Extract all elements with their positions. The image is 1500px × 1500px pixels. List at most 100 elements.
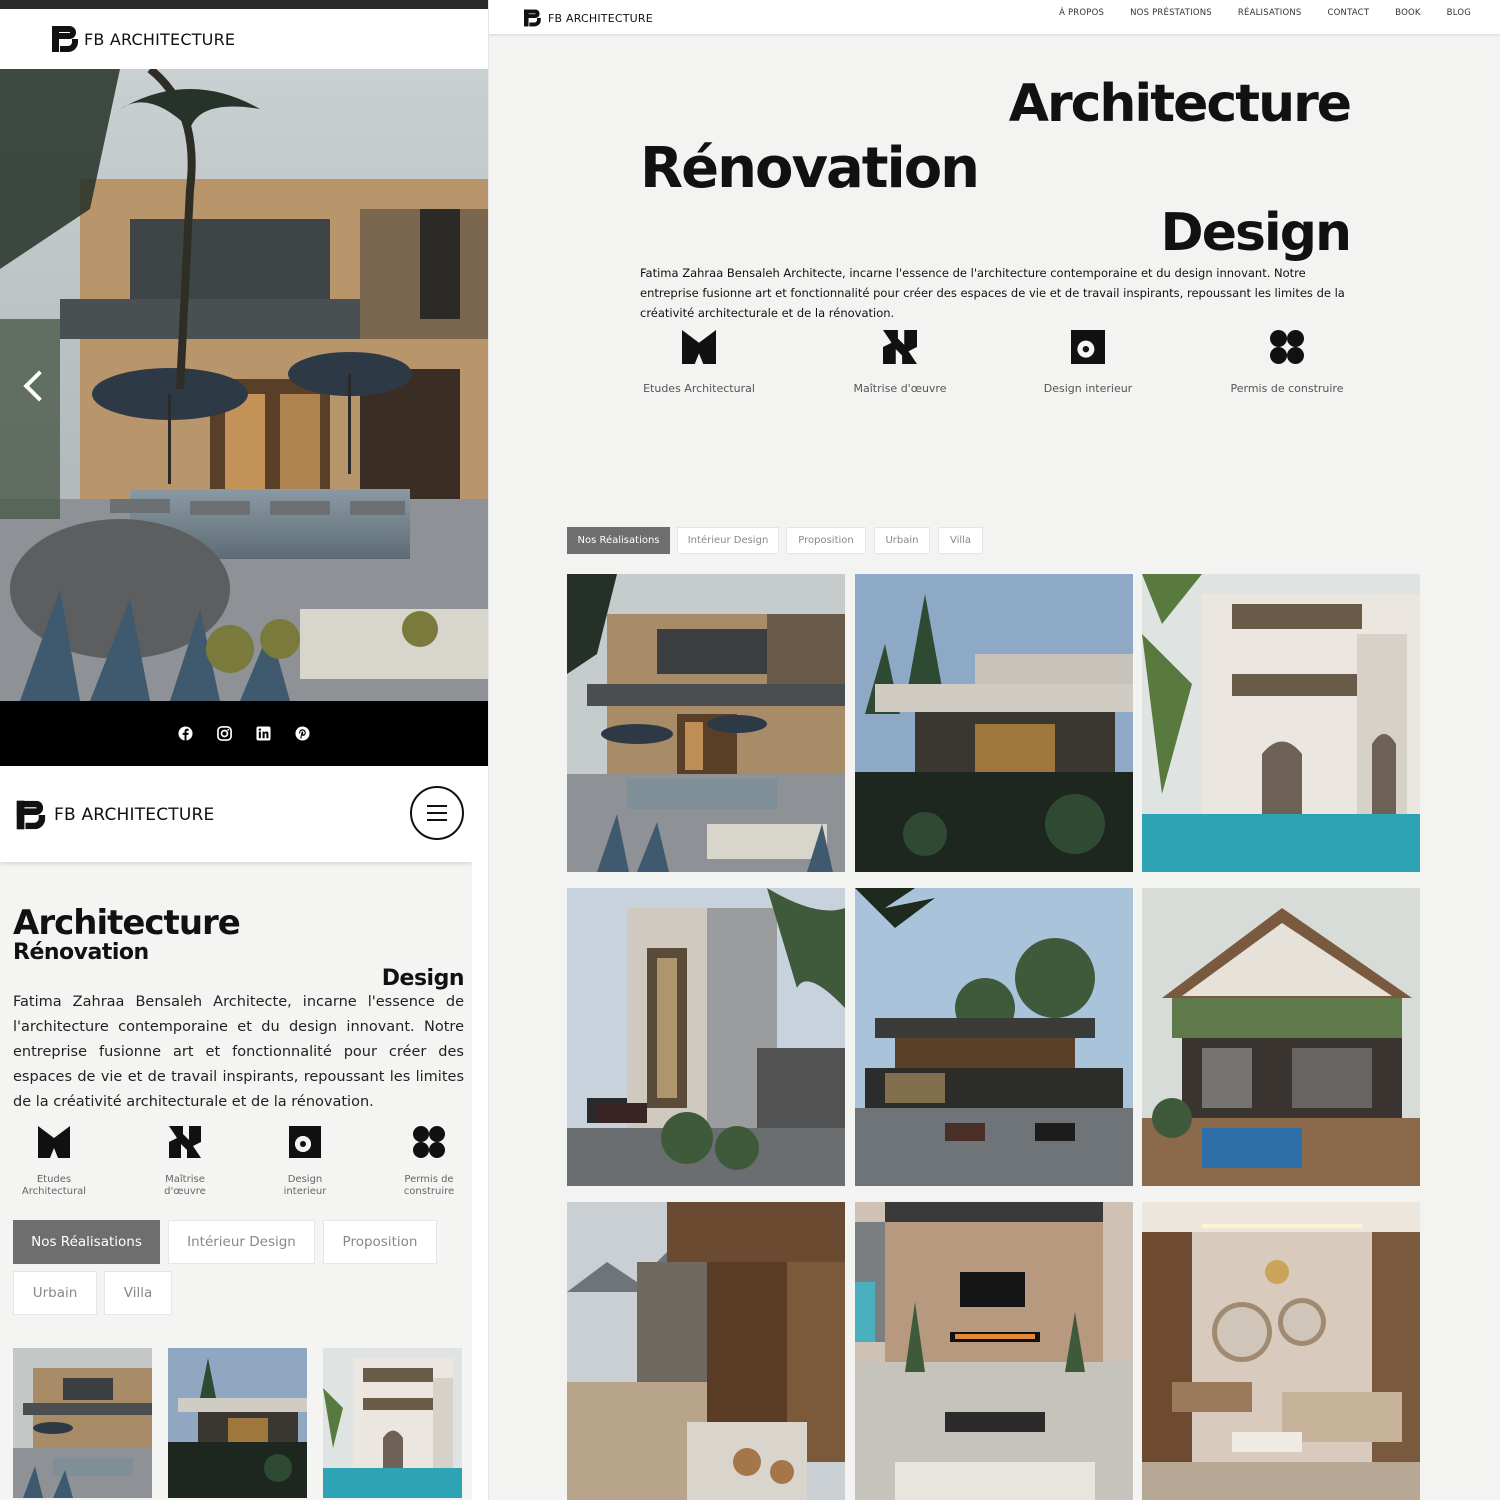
service-maitrise[interactable]: Maîtrise d'œuvre	[820, 330, 980, 395]
instagram-icon[interactable]	[216, 725, 233, 742]
four-circles-icon	[1270, 330, 1304, 364]
gallery-thumb[interactable]	[323, 1348, 462, 1498]
notch-square-icon	[883, 330, 917, 364]
gallery-thumb[interactable]	[168, 1348, 307, 1498]
slider-prev-arrow[interactable]	[18, 367, 48, 407]
gallery-item[interactable]	[1142, 1202, 1420, 1500]
service-label: Design interieur	[1043, 382, 1133, 395]
m-shape-icon	[38, 1126, 70, 1158]
service-permis[interactable]: Permis de construire	[384, 1126, 472, 1198]
headline-renovation: Rénovation	[13, 940, 149, 965]
m-shape-icon	[682, 330, 716, 364]
nav-blog[interactable]: BLOG	[1447, 8, 1471, 18]
living-room-image	[1142, 1202, 1420, 1500]
hillside-image	[855, 888, 1133, 1186]
filter-nos-realisations[interactable]: Nos Réalisations	[567, 527, 670, 554]
screenshot-root: FB ARCHITECTURE FB ARCHITECTURE Architec…	[0, 0, 1500, 1500]
service-label: Design interieur	[283, 1174, 327, 1197]
nav-contact[interactable]: CONTACT	[1328, 8, 1370, 18]
nav-book[interactable]: BOOK	[1395, 8, 1420, 18]
logo-mark-icon	[524, 9, 541, 27]
service-label: Permis de construire	[403, 1174, 455, 1197]
services-row: Etudes Architectural Maîtrise d'œuvre De…	[640, 330, 1352, 400]
villa-stone-image	[567, 574, 845, 872]
modern-dark-image	[855, 574, 1133, 872]
projects-gallery	[567, 574, 1420, 1500]
filter-interieur-design[interactable]: Intérieur Design	[677, 527, 779, 554]
service-permis[interactable]: Permis de construire	[1207, 330, 1367, 395]
stone-walkway-image	[567, 1202, 845, 1500]
service-etudes[interactable]: Etudes Architectural	[619, 330, 779, 395]
menu-line	[427, 819, 447, 821]
linkedin-icon[interactable]	[255, 725, 272, 742]
gallery-item[interactable]	[855, 574, 1133, 872]
filter-proposition[interactable]: Proposition	[786, 527, 866, 554]
service-design[interactable]: Design interieur	[260, 1126, 350, 1198]
services-row: Etudes Architectural Maîtrise d'œuvre De…	[13, 1126, 464, 1206]
service-label: Etudes Architectural	[643, 382, 755, 395]
gallery-item[interactable]	[1142, 574, 1420, 872]
nav-a-propos[interactable]: À PROPOS	[1059, 8, 1104, 18]
gallery-item[interactable]	[855, 1202, 1133, 1500]
gallery-thumb[interactable]	[13, 1348, 152, 1498]
service-label: Maîtrise d'œuvre	[164, 1174, 206, 1197]
hamburger-menu-button[interactable]	[410, 786, 464, 840]
service-etudes[interactable]: Etudes Architectural	[9, 1126, 99, 1198]
intro-paragraph: Fatima Zahraa Bensaleh Architecte, incar…	[640, 266, 1345, 320]
white-arch-image	[1142, 574, 1420, 872]
white-arch-image	[323, 1348, 462, 1498]
tall-facade-image	[567, 888, 845, 1186]
menu-line	[427, 805, 447, 807]
notch-square-icon	[169, 1126, 201, 1158]
headline-architecture: Architecture	[13, 903, 241, 943]
filter-villa[interactable]: Villa	[938, 527, 983, 554]
ring-square-icon	[1071, 330, 1105, 364]
villa-stone-image	[13, 1348, 152, 1498]
filter-interieur-design[interactable]: Intérieur Design	[168, 1220, 315, 1264]
desktop-navbar: FB ARCHITECTURE À PROPOS NOS PRÉSTATIONS…	[489, 0, 1500, 34]
green-roof-pool-image	[1142, 888, 1420, 1186]
logo-text: FB ARCHITECTURE	[54, 805, 215, 825]
mobile-hero-view: FB ARCHITECTURE	[0, 0, 488, 766]
service-maitrise[interactable]: Maîtrise d'œuvre	[140, 1126, 230, 1198]
intro-paragraph: Fatima Zahraa Bensaleh Architecte, incar…	[13, 994, 464, 1110]
four-circles-icon	[413, 1126, 445, 1158]
logo[interactable]: FB ARCHITECTURE	[16, 800, 215, 830]
modern-dark-image	[168, 1348, 307, 1498]
logo[interactable]: FB ARCHITECTURE	[52, 26, 235, 52]
filter-proposition[interactable]: Proposition	[323, 1220, 437, 1264]
headline-renovation: Rénovation	[640, 136, 980, 201]
nav-nos-prestations[interactable]: NOS PRÉSTATIONS	[1130, 8, 1212, 18]
gallery-item[interactable]	[567, 888, 845, 1186]
desktop-view: FB ARCHITECTURE À PROPOS NOS PRÉSTATIONS…	[488, 0, 1500, 1500]
gallery-item[interactable]	[1142, 888, 1420, 1186]
service-label: Etudes Architectural	[21, 1174, 87, 1197]
headline-design: Design	[381, 966, 465, 991]
facebook-icon[interactable]	[177, 725, 194, 742]
main-menu: À PROPOS NOS PRÉSTATIONS RÉALISATIONS CO…	[1059, 0, 1471, 26]
mobile-gallery	[13, 1348, 464, 1498]
filter-urbain[interactable]: Urbain	[13, 1271, 97, 1315]
ring-square-icon	[289, 1126, 321, 1158]
gallery-item[interactable]	[567, 574, 845, 872]
headline-architecture: Architecture	[1008, 74, 1352, 134]
nav-realisations[interactable]: RÉALISATIONS	[1238, 8, 1302, 18]
headline-design: Design	[1160, 203, 1352, 263]
status-bar	[0, 0, 488, 9]
logo[interactable]: FB ARCHITECTURE	[524, 5, 653, 31]
filter-villa[interactable]: Villa	[104, 1271, 172, 1315]
mobile-header: FB ARCHITECTURE	[0, 9, 488, 69]
fireplace-patio-image	[855, 1202, 1133, 1500]
mobile-header-2: FB ARCHITECTURE	[0, 768, 472, 862]
service-label: Maîtrise d'œuvre	[853, 382, 947, 395]
gallery-item[interactable]	[567, 1202, 845, 1500]
logo-text: FB ARCHITECTURE	[84, 29, 236, 49]
gallery-item[interactable]	[855, 888, 1133, 1186]
hero-slider-image[interactable]	[0, 69, 488, 701]
service-design[interactable]: Design interieur	[1008, 330, 1168, 395]
pinterest-icon[interactable]	[294, 725, 311, 742]
filter-urbain[interactable]: Urbain	[874, 527, 930, 554]
filter-nos-realisations[interactable]: Nos Réalisations	[13, 1220, 160, 1264]
logo-text: FB ARCHITECTURE	[548, 11, 653, 25]
social-bar	[0, 701, 488, 766]
